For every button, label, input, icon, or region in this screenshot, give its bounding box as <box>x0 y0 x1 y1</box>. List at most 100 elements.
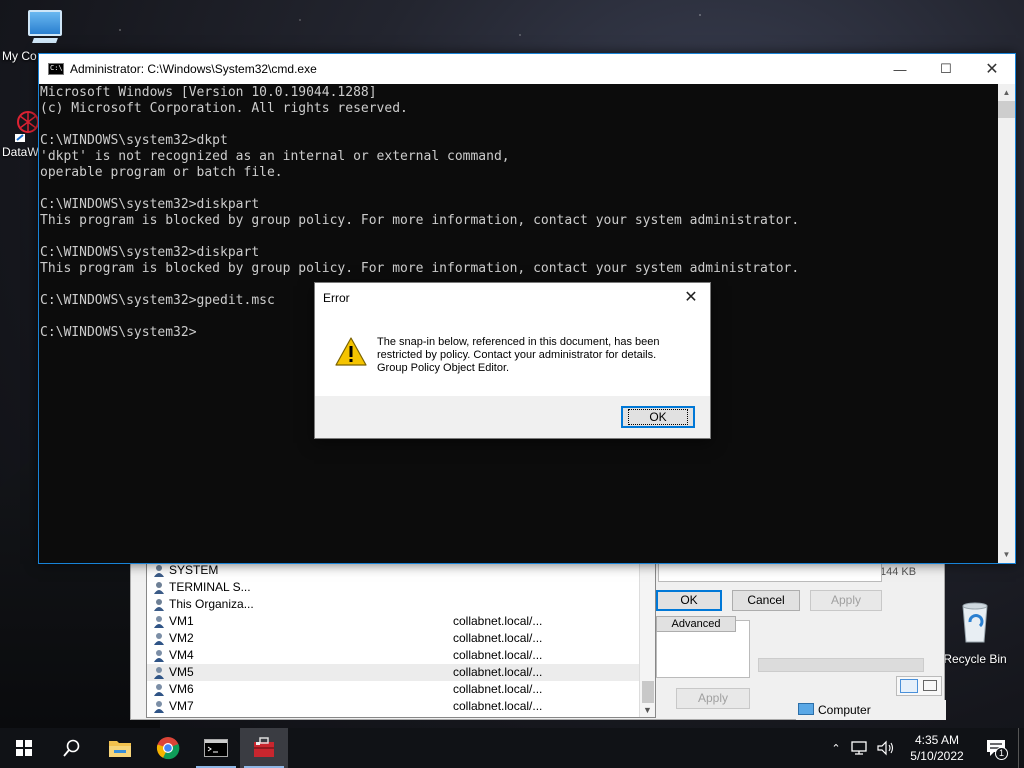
ok-button[interactable]: OK <box>621 406 695 428</box>
list-item[interactable]: This Organiza... <box>147 596 642 613</box>
computer-icon <box>798 703 814 715</box>
action-center-button[interactable]: 1 <box>974 728 1018 768</box>
search-icon <box>63 739 80 757</box>
taskbar-chrome[interactable] <box>144 728 192 768</box>
desktop-icon-label: DataW <box>2 145 39 159</box>
console-line: This program is blocked by group policy.… <box>40 213 800 228</box>
scroll-up-icon[interactable]: ▲ <box>998 84 1015 101</box>
background-cancel-button[interactable]: Cancel <box>732 590 800 611</box>
background-apply-button-2[interactable]: Apply <box>676 688 750 709</box>
user-icon <box>154 650 164 662</box>
list-item-domain: collabnet.local/... <box>453 665 543 679</box>
list-scrollbar[interactable]: ▼ <box>639 563 655 717</box>
console-line: operable program or batch file. <box>40 165 283 180</box>
toolbox-icon <box>254 737 274 757</box>
list-item[interactable]: VM1 collabnet.local/... <box>147 613 642 630</box>
advanced-button[interactable]: Advanced <box>656 616 736 632</box>
computer-icon <box>28 10 62 43</box>
user-group-list[interactable]: SYSTEM TERMINAL S... This Organiza... VM… <box>146 562 656 718</box>
show-desktop-button[interactable] <box>1018 728 1024 768</box>
list-item[interactable]: VM5 collabnet.local/... <box>147 664 642 681</box>
dialog-footer: OK <box>315 396 710 438</box>
user-group-icon <box>154 599 164 611</box>
list-item[interactable]: TERMINAL S... <box>147 579 642 596</box>
user-icon <box>154 633 164 645</box>
background-text-field[interactable] <box>658 562 882 582</box>
cmd-titlebar[interactable]: C:\ Administrator: C:\Windows\System32\c… <box>39 54 1015 84</box>
list-item[interactable]: VM2 collabnet.local/... <box>147 630 642 647</box>
taskbar-cmd[interactable] <box>192 728 240 768</box>
scroll-down-icon[interactable]: ▼ <box>643 705 652 715</box>
desktop-icon-label: Recycle Bin <box>943 652 1007 666</box>
minimize-icon[interactable]: — <box>877 54 923 84</box>
list-item-domain: collabnet.local/... <box>453 699 543 713</box>
list-item-name: VM6 <box>169 682 194 696</box>
status-computer-label: Computer <box>818 703 871 717</box>
dialog-message-line: Group Policy Object Editor. <box>377 362 510 374</box>
start-button[interactable] <box>0 728 48 768</box>
volume-icon[interactable] <box>876 740 898 756</box>
close-icon[interactable]: ✕ <box>676 285 706 311</box>
user-icon <box>154 616 164 628</box>
list-item-domain: collabnet.local/... <box>453 682 543 696</box>
ok-button-label: OK <box>628 409 688 425</box>
cmd-title: Administrator: C:\Windows\System32\cmd.e… <box>70 62 317 76</box>
list-item-name: VM1 <box>169 614 194 628</box>
user-group-icon <box>154 582 164 594</box>
taskbar-clock[interactable]: 4:35 AM 5/10/2022 <box>900 732 974 764</box>
user-icon <box>154 701 164 713</box>
status-computer: Computer <box>796 700 946 720</box>
cmd-scrollbar-thumb[interactable] <box>998 101 1015 118</box>
taskbar-file-explorer[interactable] <box>96 728 144 768</box>
list-item-name: VM7 <box>169 699 194 713</box>
console-line: C:\WINDOWS\system32>dkpt <box>40 133 228 148</box>
show-hidden-icons-chevron-up-icon[interactable]: ⌃ <box>824 742 848 755</box>
list-item-domain: collabnet.local/... <box>453 648 543 662</box>
console-line: This program is blocked by group policy.… <box>40 261 800 276</box>
list-item[interactable]: VM7 collabnet.local/... <box>147 698 642 715</box>
dialog-message-line: The snap-in below, referenced in this do… <box>377 336 660 348</box>
folder-icon <box>109 741 131 757</box>
details-view-icon[interactable] <box>900 679 918 693</box>
background-scrollbar[interactable] <box>758 658 924 672</box>
list-scrollbar-thumb[interactable] <box>642 681 654 703</box>
warning-icon <box>335 337 367 366</box>
view-toggle[interactable] <box>896 676 942 696</box>
background-apply-button[interactable]: Apply <box>810 590 882 611</box>
list-item[interactable]: VM6 collabnet.local/... <box>147 681 642 698</box>
desktop-icon-recycle-bin[interactable]: Recycle Bin <box>942 600 1008 666</box>
windows-logo-icon <box>16 740 32 756</box>
dialog-message-line: restricted by policy. Contact your admin… <box>377 349 657 361</box>
list-item-name: VM4 <box>169 648 194 662</box>
user-icon <box>154 667 164 679</box>
recycle-bin-icon <box>962 602 988 643</box>
list-item-domain: collabnet.local/... <box>453 614 543 628</box>
chrome-icon <box>156 737 180 760</box>
cmd-scrollbar[interactable]: ▲ ▼ <box>998 84 1015 563</box>
network-icon[interactable] <box>850 740 872 756</box>
desktop-icon-dataw[interactable]: DataW <box>2 108 42 159</box>
list-item-name: This Organiza... <box>169 597 254 611</box>
maximize-icon[interactable]: ☐ <box>923 54 969 84</box>
close-icon[interactable]: ✕ <box>969 54 1015 84</box>
console-line: Microsoft Windows [Version 10.0.19044.12… <box>40 85 377 100</box>
taskbar-active-app[interactable] <box>240 728 288 768</box>
cmd-app-icon: C:\ <box>48 63 64 75</box>
system-tray: ⌃ 4:35 AM 5/10/2022 1 <box>824 728 1024 768</box>
scroll-down-icon[interactable]: ▼ <box>998 546 1015 563</box>
background-ok-button[interactable]: OK <box>656 590 722 611</box>
search-button[interactable] <box>48 728 96 768</box>
user-icon <box>154 684 164 696</box>
cmd-icon <box>204 739 228 757</box>
clock-time: 4:35 AM <box>914 733 960 747</box>
console-line: C:\WINDOWS\system32>diskpart <box>40 245 260 260</box>
preview-view-icon[interactable] <box>923 680 937 691</box>
notification-badge: 1 <box>995 747 1008 760</box>
list-item[interactable]: SYSTEM <box>147 563 642 579</box>
console-line: (c) Microsoft Corporation. All rights re… <box>40 101 408 116</box>
dialog-message: The snap-in below, referenced in this do… <box>377 336 697 375</box>
error-dialog[interactable]: Error ✕ The snap-in below, referenced in… <box>314 282 711 439</box>
size-text: 144 KB <box>880 566 917 578</box>
list-item[interactable]: VM4 collabnet.local/... <box>147 647 642 664</box>
